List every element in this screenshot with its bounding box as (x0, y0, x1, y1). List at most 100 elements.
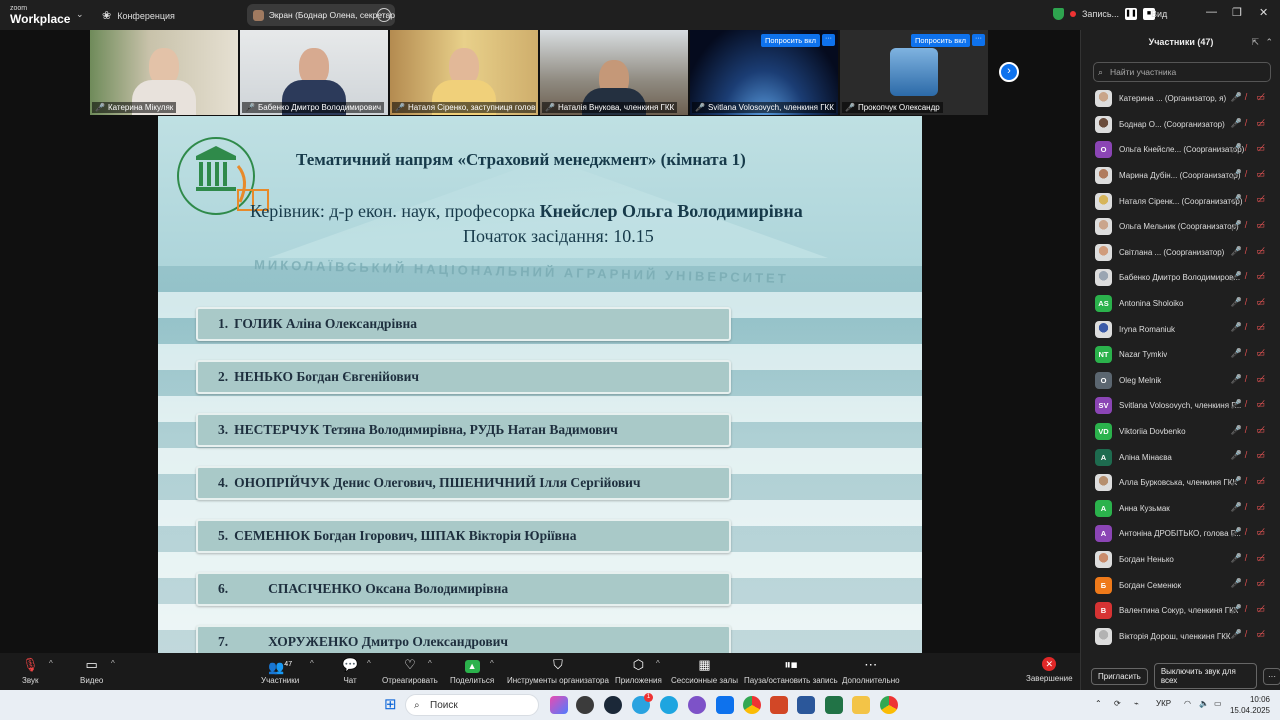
participant-item[interactable]: Вікторія Дорош, членкиня ГКК 🎤̸ ▭̸ (1081, 623, 1280, 649)
chrome-icon[interactable] (743, 696, 761, 714)
file-explorer-icon[interactable] (852, 696, 870, 714)
chevron-up-icon[interactable]: ^ (490, 659, 494, 668)
participant-item[interactable]: Наталя Сіренк... (Соорганизатор) 🎤̸ ▭̸ (1081, 188, 1280, 214)
participants-button[interactable]: 👥47 Участники ^ (261, 657, 314, 685)
mic-muted-icon[interactable]: 🎤̸ ▭̸ (1231, 118, 1269, 129)
chevron-up-icon[interactable]: ^ (428, 659, 432, 668)
close-icon[interactable]: ⌃ (1265, 30, 1273, 54)
taskbar-search-input[interactable]: ⌕ Поиск (405, 694, 539, 716)
mic-muted-icon[interactable]: 🎤̸ ▭̸ (1231, 143, 1269, 154)
battery-icon[interactable]: ▭ (1214, 699, 1222, 708)
ask-to-start-video-button[interactable]: Попросить вкл (760, 34, 820, 47)
mute-all-button[interactable]: Выключить звук для всех (1153, 663, 1257, 689)
participant-item[interactable]: AS Antonina Sholoiko 🎤̸ ▭̸ (1081, 291, 1280, 317)
chat-button[interactable]: 💬 Чат ^ (342, 657, 371, 685)
view-menu[interactable]: Вид (1151, 9, 1167, 19)
chevron-up-icon[interactable]: ^ (656, 659, 660, 668)
next-page-arrow-icon[interactable]: › (999, 62, 1019, 82)
participant-item[interactable]: Марина Дубін... (Соорганизатор) 🎤̸ ▭̸ (1081, 163, 1280, 189)
mic-muted-icon[interactable]: 🎤̸ ▭̸ (1231, 169, 1269, 180)
mic-muted-icon[interactable]: 🎤̸ ▭̸ (1231, 425, 1269, 436)
participant-item[interactable]: В Валентина Сокур, членкиня ГКК 🎤̸ ▭̸ (1081, 598, 1280, 624)
participant-item[interactable]: О Ольга Кнейсле... (Соорганизатор) 🎤̸ ▭̸ (1081, 137, 1280, 163)
mic-muted-icon[interactable]: 🎤̸ ▭̸ (1231, 629, 1269, 640)
mic-muted-icon[interactable]: 🎤̸ ▭̸ (1231, 271, 1269, 282)
mic-muted-icon[interactable]: 🎤̸ ▭̸ (1231, 553, 1269, 564)
powerpoint-icon[interactable] (770, 696, 788, 714)
chevron-up-icon[interactable]: ⌃ (1095, 699, 1102, 708)
excel-icon[interactable] (825, 696, 843, 714)
taskbar-clock[interactable]: 10:06 15.04.2025 (1230, 694, 1270, 716)
mic-muted-icon[interactable]: 🎤̸ ▭̸ (1231, 92, 1269, 103)
participant-item[interactable]: А Аліна Мінаєва 🎤̸ ▭̸ (1081, 444, 1280, 470)
participant-item[interactable]: Б Богдан Семенюк 🎤̸ ▭̸ (1081, 572, 1280, 598)
participant-item[interactable]: Світлана ... (Соорганизатор) 🎤̸ ▭̸ (1081, 240, 1280, 266)
more-button[interactable]: ⋯ Дополнительно (842, 657, 900, 685)
mic-muted-icon[interactable]: 🎤̸ ▭̸ (1231, 297, 1269, 308)
windows-start-icon[interactable]: ⊞ (384, 696, 402, 714)
telegram-icon[interactable]: 1 (632, 693, 653, 714)
breakout-rooms-button[interactable]: ▦ Сессионные залы (671, 657, 738, 685)
video-button[interactable]: ▭ Видео ^ (80, 657, 115, 685)
participant-item[interactable]: SV Svitlana Volosovych, членкиня Г... 🎤̸ ▭… (1081, 393, 1280, 419)
video-thumbnail[interactable]: Попросить вкл ··· 🎤 Svitlana Volosovych, … (690, 30, 838, 115)
video-thumbnail[interactable]: 🎤 Катерина Мікуляк (90, 30, 238, 115)
participant-item[interactable]: VD Viktoriia Dovbenko 🎤̸ ▭̸ (1081, 419, 1280, 445)
participant-item[interactable]: А Анна Кузьмак 🎤̸ ▭̸ (1081, 496, 1280, 522)
share-button[interactable]: ▲ Поделиться ^ (450, 657, 494, 685)
viber-icon[interactable] (688, 696, 706, 714)
participant-item[interactable]: А Антоніна ДРОБІТЬКО, голова Г... 🎤̸ ▭̸ (1081, 521, 1280, 547)
chevron-up-icon[interactable]: ^ (310, 659, 314, 668)
volume-icon[interactable]: 🔈 (1199, 699, 1209, 708)
participant-item[interactable]: Богдан Ненько 🎤̸ ▭̸ (1081, 547, 1280, 573)
pause-recording-toolbar-button[interactable]: ⏸⏹ Пауза/остановить запись (744, 657, 838, 685)
apps-button[interactable]: ⬡ Приложения ^ (615, 657, 662, 685)
participant-item[interactable]: Ольга Мельник (Соорганизатор) 🎤̸ ▭̸ (1081, 214, 1280, 240)
conference-menu[interactable]: ❀ Конференция (102, 9, 175, 22)
video-thumbnail[interactable]: Попросить вкл ··· 🎤 Прокопчук Олександр (840, 30, 988, 115)
mic-muted-icon[interactable]: 🎤̸ ▭̸ (1231, 399, 1269, 410)
mic-muted-icon[interactable]: 🎤̸ ▭̸ (1231, 374, 1269, 385)
participant-search-input[interactable]: ⌕ Найти участника (1093, 62, 1271, 82)
mic-muted-icon[interactable]: 🎤̸ ▭̸ (1231, 502, 1269, 513)
ask-to-start-video-button[interactable]: Попросить вкл (910, 34, 970, 47)
end-meeting-button[interactable]: ✕ Завершение (1026, 657, 1073, 683)
mic-muted-icon[interactable]: 🎤̸ ▭̸ (1231, 194, 1269, 205)
participant-item[interactable]: Боднар О... (Соорганизатор) 🎤̸ ▭̸ (1081, 112, 1280, 138)
word-icon[interactable] (797, 696, 815, 714)
zoom-logo[interactable]: zoom Workplace (10, 4, 70, 25)
mic-muted-icon[interactable]: 🎤̸ ▭̸ (1231, 604, 1269, 615)
edge-icon[interactable] (660, 696, 678, 714)
app-icon[interactable] (576, 696, 594, 714)
invite-button[interactable]: Пригласить (1091, 667, 1148, 685)
participant-item[interactable]: Алла Бурковська, членкиня ГКК 🎤̸ ▭̸ (1081, 470, 1280, 496)
mic-muted-icon[interactable]: 🎤̸ ▭̸ (1231, 246, 1269, 257)
mic-muted-icon[interactable]: 🎤̸ ▭̸ (1231, 527, 1269, 538)
host-tools-button[interactable]: ⛉ Инструменты организатора (507, 657, 609, 685)
more-options-icon[interactable]: ··· (1263, 667, 1280, 685)
mic-muted-icon[interactable]: 🎤̸ ▭̸ (1231, 476, 1269, 487)
popout-icon[interactable]: ⇱ (1251, 30, 1259, 54)
close-icon[interactable]: ✕ (1259, 6, 1268, 19)
language-indicator[interactable]: УКР (1156, 699, 1171, 708)
participant-item[interactable]: Катерина ... (Организатор, я) 🎤̸ ▭̸ (1081, 86, 1280, 112)
video-thumbnail-active-speaker[interactable]: 🎤 Бабенко Дмитро Володимирович (240, 30, 388, 115)
chrome-icon[interactable] (880, 696, 898, 714)
chevron-up-icon[interactable]: ^ (367, 659, 371, 668)
participant-item[interactable]: O Oleg Melnik 🎤̸ ▭̸ (1081, 368, 1280, 394)
chevron-down-icon[interactable]: ⌄ (76, 9, 84, 20)
maximize-icon[interactable]: ❐ (1232, 6, 1242, 19)
video-thumbnail[interactable]: 🎤 Наталія Внукова, членкиня ГКК (540, 30, 688, 115)
mic-muted-icon[interactable]: 🎤̸ ▭̸ (1231, 450, 1269, 461)
audio-button[interactable]: 🎙 Звук ^ (22, 657, 53, 685)
more-options-icon[interactable]: ··· (377, 8, 391, 22)
copilot-icon[interactable] (550, 696, 568, 714)
chevron-up-icon[interactable]: ^ (111, 659, 115, 668)
more-options-icon[interactable]: ··· (972, 34, 985, 46)
usb-icon[interactable]: ⌁ (1134, 699, 1139, 708)
more-options-icon[interactable]: ··· (822, 34, 835, 46)
chevron-up-icon[interactable]: ^ (49, 659, 53, 668)
participant-item[interactable]: Бабенко Дмитро Володимиров... 🎤̸ ▭̸ (1081, 265, 1280, 291)
react-button[interactable]: ♡ Отреагировать ^ (382, 657, 438, 685)
mic-muted-icon[interactable]: 🎤̸ ▭̸ (1231, 578, 1269, 589)
